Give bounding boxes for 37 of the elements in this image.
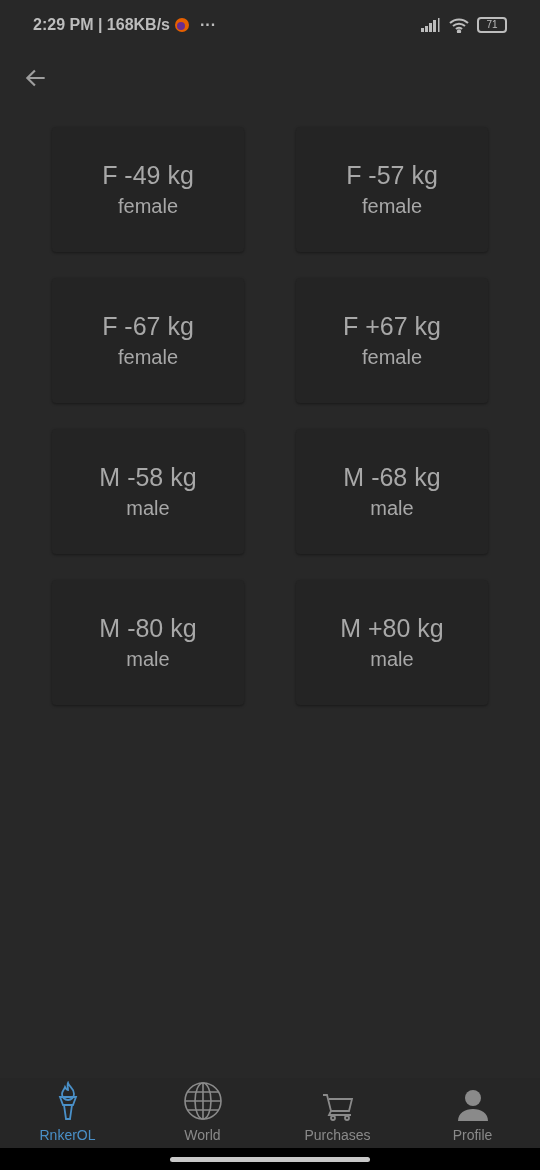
battery-indicator: 71: [477, 17, 507, 33]
card-title: F -57 kg: [346, 160, 438, 192]
card-title: M -68 kg: [343, 462, 441, 494]
card-title: M -80 kg: [99, 613, 197, 645]
card-title: F +67 kg: [343, 311, 441, 343]
card-subtitle: male: [126, 495, 170, 521]
browser-icon: [174, 17, 190, 33]
nav-tab[interactable]: Purchases: [270, 1078, 405, 1148]
category-card[interactable]: M -58 kg male: [52, 429, 244, 554]
category-card[interactable]: M -68 kg male: [296, 429, 488, 554]
more-indicator: ···: [200, 15, 216, 35]
card-title: M -58 kg: [99, 462, 197, 494]
nav-tab[interactable]: World: [135, 1078, 270, 1148]
status-time: 2:29 PM | 168KB/s: [33, 15, 170, 35]
nav-tab[interactable]: RnkerOL: [0, 1078, 135, 1148]
category-card[interactable]: F -49 kg female: [52, 127, 244, 252]
card-title: F -67 kg: [102, 311, 194, 343]
nav-tab[interactable]: Profile: [405, 1078, 540, 1148]
card-title: M +80 kg: [340, 613, 444, 645]
card-subtitle: male: [126, 646, 170, 672]
card-subtitle: female: [118, 193, 178, 219]
card-subtitle: male: [370, 495, 414, 521]
card-subtitle: male: [370, 646, 414, 672]
person-icon: [456, 1089, 489, 1121]
globe-icon: [182, 1081, 223, 1121]
card-subtitle: female: [362, 344, 422, 370]
card-subtitle: female: [362, 193, 422, 219]
category-card[interactable]: F -67 kg female: [52, 278, 244, 403]
card-title: F -49 kg: [102, 160, 194, 192]
signal-icon: [421, 18, 441, 32]
category-card[interactable]: M +80 kg male: [296, 580, 488, 705]
cart-icon: [321, 1093, 354, 1121]
category-card[interactable]: M -80 kg male: [52, 580, 244, 705]
wifi-icon: [449, 17, 469, 33]
category-card[interactable]: F -57 kg female: [296, 127, 488, 252]
card-subtitle: female: [118, 344, 178, 370]
category-card[interactable]: F +67 kg female: [296, 278, 488, 403]
